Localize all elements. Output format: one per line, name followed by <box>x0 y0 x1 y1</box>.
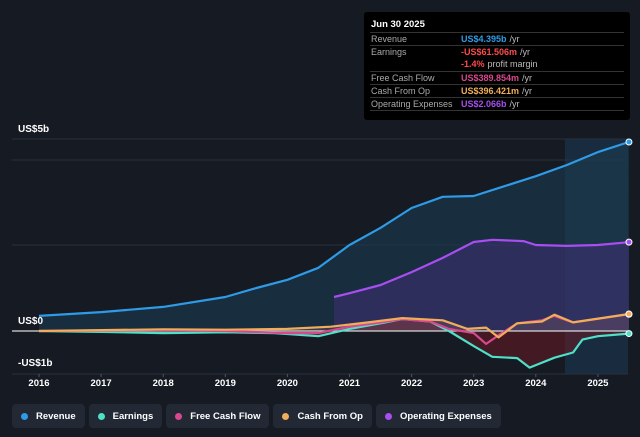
x-tick-label: 2022 <box>401 378 423 389</box>
tooltip-value-text: -1.4% <box>461 59 485 69</box>
x-tick-label: 2019 <box>214 378 236 389</box>
tooltip-value: US$2.066b/yr <box>461 99 520 109</box>
y-label-top: US$5b <box>18 124 50 135</box>
tooltip-value: US$389.854m/yr <box>461 73 532 83</box>
legend-item-earnings[interactable]: Earnings <box>88 404 163 428</box>
chart-container: US$5b US$0 -US$1b 2016 2017 2018 2019 2020 20… <box>0 0 640 437</box>
legend-label: Free Cash Flow <box>190 410 261 422</box>
legend-item-revenue[interactable]: Revenue <box>12 404 85 428</box>
tooltip-value-text: US$396.421m <box>461 86 520 96</box>
tooltip-label: Revenue <box>371 34 408 44</box>
tooltip-unit: /yr <box>520 47 531 57</box>
cash-from-op-endpoint <box>625 310 633 318</box>
legend-item-cash-from-op[interactable]: Cash From Op <box>273 404 372 428</box>
legend-item-free-cash-flow[interactable]: Free Cash Flow <box>166 404 270 428</box>
x-tick-label: 2023 <box>463 378 485 389</box>
tooltip-value-text: US$389.854m <box>461 73 520 83</box>
x-tick-label: 2025 <box>587 378 609 389</box>
tooltip-row: Cash From Op US$396.421m/yr <box>370 84 624 98</box>
legend: Revenue Earnings Free Cash Flow Cash From O… <box>12 404 501 428</box>
x-tick-label: 2020 <box>276 378 298 389</box>
tooltip-value: -US$61.506m/yr <box>461 47 530 57</box>
legend-item-operating-expenses[interactable]: Operating Expenses <box>375 404 501 428</box>
tooltip-row: Revenue US$4.395b/yr <box>370 32 624 46</box>
legend-dot-icon <box>97 412 105 420</box>
tooltip-unit: /yr <box>522 73 533 83</box>
tooltip-unit: /yr <box>522 86 533 96</box>
x-tick-label: 2021 <box>338 378 361 389</box>
tooltip: Jun 30 2025 Revenue US$4.395b/yr Earnings -… <box>364 12 630 120</box>
tooltip-unit: profit margin <box>487 59 538 69</box>
revenue-endpoint <box>625 138 633 146</box>
tooltip-unit: /yr <box>509 99 520 109</box>
legend-dot-icon <box>175 412 183 420</box>
legend-label: Earnings <box>112 410 154 422</box>
legend-label: Operating Expenses <box>399 410 492 422</box>
tooltip-row: Earnings -US$61.506m/yr <box>370 45 624 59</box>
legend-dot-icon <box>282 412 290 420</box>
operating-expenses-endpoint <box>625 238 633 246</box>
x-tick-label: 2017 <box>90 378 112 389</box>
tooltip-value-text: -US$61.506m <box>461 47 518 57</box>
legend-dot-icon <box>384 412 392 420</box>
tooltip-value: US$396.421m/yr <box>461 86 532 96</box>
tooltip-divider <box>370 110 624 124</box>
tooltip-label: Earnings <box>371 47 407 57</box>
tooltip-date: Jun 30 2025 <box>371 19 425 30</box>
tooltip-label: Cash From Op <box>371 86 431 96</box>
tooltip-value-text: US$2.066b <box>461 99 507 109</box>
legend-dot-icon <box>21 412 28 420</box>
x-tick-label: 2018 <box>152 378 174 389</box>
earnings-endpoint <box>625 330 633 338</box>
tooltip-unit: /yr <box>509 34 520 44</box>
tooltip-value: US$4.395b/yr <box>461 34 520 44</box>
legend-label: Cash From Op <box>297 410 363 422</box>
y-label-bottom: -US$1b <box>18 358 53 369</box>
tooltip-label: Free Cash Flow <box>371 73 435 83</box>
x-tick-label: 2016 <box>28 378 50 389</box>
x-tick-label: 2024 <box>525 378 547 389</box>
tooltip-value: -1.4% profit margin <box>461 59 538 69</box>
legend-label: Revenue <box>36 410 76 422</box>
tooltip-label: Operating Expenses <box>371 99 453 109</box>
y-label-zero: US$0 <box>18 316 44 327</box>
tooltip-row: -1.4% profit margin <box>370 58 624 71</box>
tooltip-row: Operating Expenses US$2.066b/yr <box>370 97 624 111</box>
tooltip-row: Free Cash Flow US$389.854m/yr <box>370 71 624 85</box>
tooltip-value-text: US$4.395b <box>461 34 507 44</box>
